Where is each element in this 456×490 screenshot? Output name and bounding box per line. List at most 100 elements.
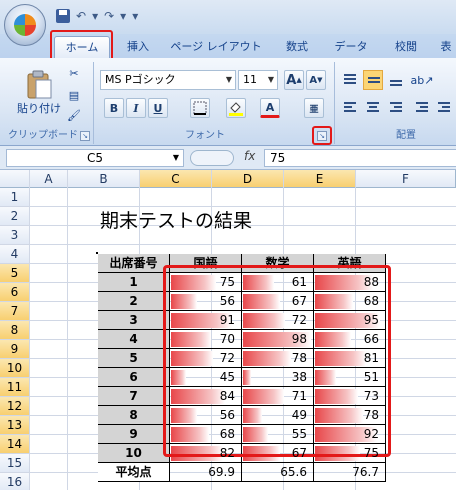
student-id-cell[interactable]: 6	[98, 368, 170, 387]
column-header-d[interactable]: D	[212, 170, 284, 188]
redo-dropdown-icon[interactable]: ▾	[120, 8, 126, 24]
column-header-a[interactable]: A	[30, 170, 68, 188]
row-header-7[interactable]: 7	[0, 302, 30, 321]
name-box[interactable]: C5 ▼	[6, 149, 184, 167]
paste-button[interactable]: 貼り付け	[16, 64, 62, 122]
group-separator	[93, 62, 94, 144]
score-value: 72	[291, 313, 307, 327]
average-cell[interactable]: 76.7	[314, 463, 386, 482]
worksheet-grid[interactable]: ABCDEF 1 2 3 4 5 6 7 8 9 10 11 12 13 14 15 16 期末テストの結果 …	[0, 170, 456, 490]
copy-icon[interactable]: ▤	[64, 86, 84, 104]
formula-input[interactable]: 75	[264, 149, 456, 167]
gridline	[29, 170, 30, 490]
font-launcher-highlight	[312, 126, 332, 145]
student-id-cell[interactable]: 2	[98, 292, 170, 311]
formula-divider-handle[interactable]	[190, 150, 234, 166]
student-id-cell[interactable]: 3	[98, 311, 170, 330]
table-header-cell[interactable]: 出席番号	[98, 254, 170, 273]
clipboard-launcher-icon[interactable]: ↘	[80, 131, 90, 141]
row-header-2[interactable]: 2	[0, 207, 30, 226]
fill-color-button[interactable]	[226, 98, 246, 118]
student-id-cell[interactable]: 8	[98, 406, 170, 425]
row-header-3[interactable]: 3	[0, 226, 30, 245]
student-id-cell[interactable]: 7	[98, 387, 170, 406]
chevron-down-icon[interactable]: ▼	[173, 150, 179, 166]
grow-font-button[interactable]: A ▲	[284, 70, 304, 90]
insert-function-icon[interactable]: fx	[244, 149, 255, 163]
align-left-icon[interactable]	[340, 98, 360, 118]
tab-formulas[interactable]: 数式	[276, 36, 318, 58]
row-header-13[interactable]: 13	[0, 416, 30, 435]
tab-view[interactable]: 表	[436, 36, 456, 58]
row-header-8[interactable]: 8	[0, 321, 30, 340]
row-header-11[interactable]: 11	[0, 378, 30, 397]
redo-icon[interactable]: ↷	[104, 8, 114, 24]
underline-button[interactable]: U	[148, 98, 168, 118]
column-header-f[interactable]: F	[356, 170, 456, 188]
italic-button[interactable]: I	[126, 98, 146, 118]
phonetic-guide-button[interactable]: 亜	[304, 98, 324, 118]
row-header-5[interactable]: 5	[0, 264, 30, 283]
row-header-12[interactable]: 12	[0, 397, 30, 416]
tab-data[interactable]: データ	[326, 36, 376, 58]
increase-indent-icon[interactable]	[434, 98, 454, 118]
row-header-1[interactable]: 1	[0, 188, 30, 207]
customize-qat-icon[interactable]: ▾	[132, 8, 138, 24]
decrease-indent-icon[interactable]	[412, 98, 432, 118]
orientation-icon[interactable]: ab↗	[410, 70, 434, 90]
tab-review[interactable]: 校閲	[384, 36, 428, 58]
column-header-c[interactable]: C	[140, 170, 212, 188]
row-header-16[interactable]: 16	[0, 473, 30, 490]
student-id-cell[interactable]: 1	[98, 273, 170, 292]
column-header-b[interactable]: B	[68, 170, 140, 188]
row-header-6[interactable]: 6	[0, 283, 30, 302]
row-header-14[interactable]: 14	[0, 435, 30, 454]
borders-button[interactable]	[190, 98, 210, 118]
format-painter-icon[interactable]: 🖌	[64, 106, 84, 124]
average-label-cell[interactable]: 平均点	[98, 463, 170, 482]
score-value: 82	[219, 446, 235, 460]
average-cell[interactable]: 65.6	[242, 463, 314, 482]
student-id-cell[interactable]: 4	[98, 330, 170, 349]
middle-align-icon[interactable]	[363, 70, 383, 90]
sheet-title: 期末テストの結果	[100, 210, 253, 232]
save-icon[interactable]	[56, 9, 70, 23]
bold-button[interactable]: B	[104, 98, 124, 118]
shrink-font-button[interactable]: A ▼	[306, 70, 326, 90]
row-header-9[interactable]: 9	[0, 340, 30, 359]
tab-page-layout[interactable]: ページ レイアウト	[164, 36, 268, 58]
score-value: 38	[291, 370, 307, 384]
clipboard-group-label: クリップボード	[8, 130, 78, 141]
student-id-cell[interactable]: 10	[98, 444, 170, 463]
cut-icon[interactable]: ✂	[64, 64, 84, 82]
font-name-combo[interactable]: MS Pゴシック ▼	[100, 70, 236, 90]
align-center-icon[interactable]	[363, 98, 383, 118]
select-all-corner[interactable]	[0, 170, 30, 188]
score-value: 67	[291, 446, 307, 460]
office-button[interactable]	[4, 4, 46, 46]
score-value: 81	[363, 351, 379, 365]
bottom-align-icon[interactable]	[386, 70, 406, 90]
row-header-15[interactable]: 15	[0, 454, 30, 473]
undo-dropdown-icon[interactable]: ▾	[92, 8, 98, 24]
chevron-down-icon[interactable]: ▼	[223, 71, 235, 89]
top-align-icon[interactable]	[340, 70, 360, 90]
row-header-4[interactable]: 4	[0, 245, 30, 264]
column-header-e[interactable]: E	[284, 170, 356, 188]
average-cell[interactable]: 69.9	[170, 463, 242, 482]
student-id-cell[interactable]: 9	[98, 425, 170, 444]
ribbon: 貼り付け ✂ ▤ 🖌 クリップボード ↘ MS Pゴシック ▼ 11 ▼ A ▲ …	[0, 58, 456, 146]
font-size-combo[interactable]: 11 ▼	[238, 70, 278, 90]
undo-icon[interactable]: ↶	[76, 8, 86, 24]
tab-insert[interactable]: 挿入	[118, 36, 158, 58]
align-right-icon[interactable]	[386, 98, 406, 118]
row-header-10[interactable]: 10	[0, 359, 30, 378]
score-value: 75	[219, 275, 235, 289]
score-value: 55	[291, 427, 307, 441]
score-value: 78	[291, 351, 307, 365]
score-value: 95	[363, 313, 379, 327]
student-id-cell[interactable]: 5	[98, 349, 170, 368]
score-value: 84	[219, 389, 235, 403]
font-color-button[interactable]: A	[260, 98, 280, 118]
chevron-down-icon[interactable]: ▼	[265, 71, 277, 89]
